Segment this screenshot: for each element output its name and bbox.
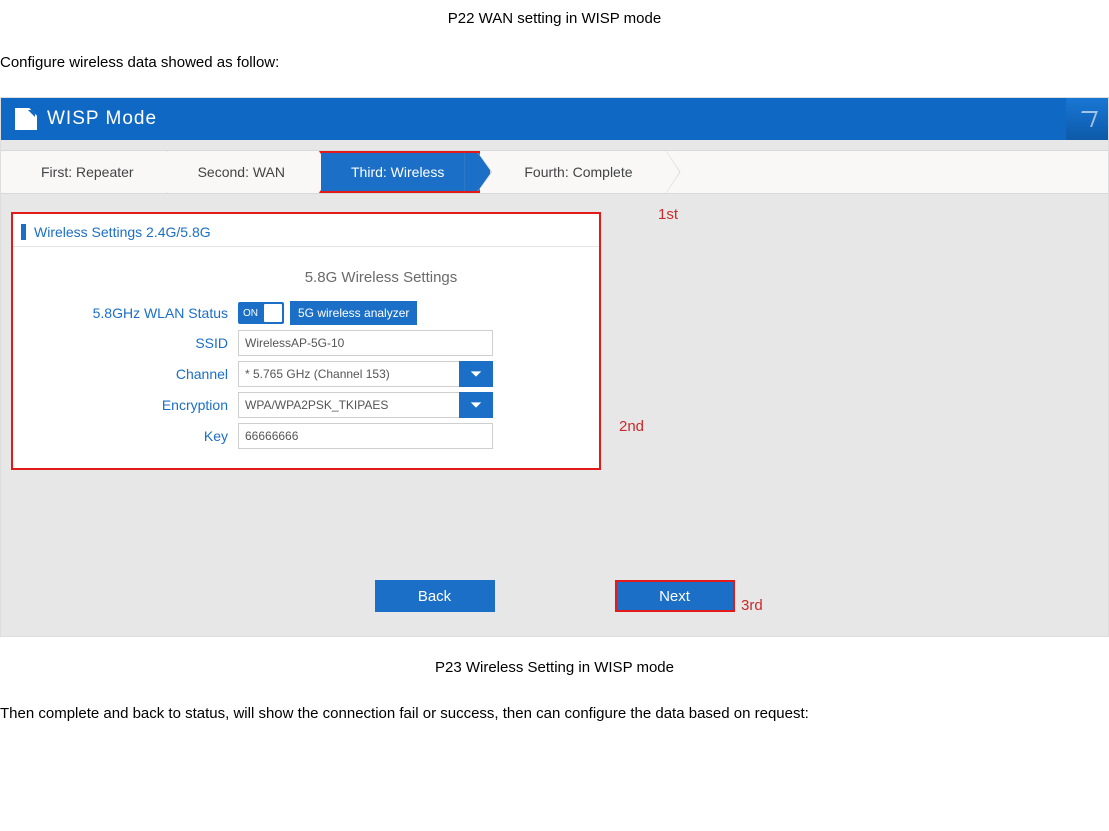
encryption-select[interactable]	[238, 392, 493, 418]
panel-title: Wireless Settings 2.4G/5.8G	[13, 220, 599, 247]
outro-text: Then complete and back to status, will s…	[0, 686, 1109, 742]
annotation-3rd: 3rd	[741, 597, 763, 614]
window-title-bar: WISP Mode	[1, 98, 1108, 140]
wlan-status-toggle[interactable]: ON	[238, 302, 284, 324]
app-logo-icon	[15, 108, 37, 130]
label-wlan-status: 5.8GHz WLAN Status	[13, 305, 238, 321]
wizard-steps: First: Repeater Second: WAN Third: Wirel…	[1, 150, 1108, 194]
titlebar-right-button[interactable]	[1066, 98, 1108, 140]
next-button[interactable]: Next	[617, 582, 733, 610]
annotation-1st: 1st	[658, 206, 678, 223]
label-ssid: SSID	[13, 335, 238, 351]
label-channel: Channel	[13, 366, 238, 382]
row-wlan-status: 5.8GHz WLAN Status ON 5G wireless analyz…	[13, 301, 599, 325]
encryption-value[interactable]	[238, 392, 459, 418]
wizard-step-wireless[interactable]: Third: Wireless	[321, 153, 478, 191]
encryption-dropdown-icon[interactable]	[459, 392, 493, 418]
key-input[interactable]	[238, 423, 493, 449]
wizard-step-wireless-highlight: Third: Wireless	[319, 151, 480, 193]
window-title: WISP Mode	[47, 108, 157, 130]
ssid-input[interactable]	[238, 330, 493, 356]
row-encryption: Encryption	[13, 392, 599, 418]
wizard-step-repeater[interactable]: First: Repeater	[11, 151, 168, 193]
row-ssid: SSID	[13, 330, 599, 356]
wizard-step-wan[interactable]: Second: WAN	[168, 151, 319, 193]
back-button[interactable]: Back	[375, 580, 495, 612]
nav-buttons-row: Back Next	[1, 558, 1108, 636]
label-key: Key	[13, 428, 238, 444]
caption-p23: P23 Wireless Setting in WISP mode	[0, 637, 1109, 686]
label-encryption: Encryption	[13, 397, 238, 413]
channel-value[interactable]	[238, 361, 459, 387]
wizard-step-complete[interactable]: Fourth: Complete	[494, 151, 666, 193]
panel-title-text: Wireless Settings 2.4G/5.8G	[34, 224, 211, 240]
caption-p22: P22 WAN setting in WISP mode	[0, 0, 1109, 35]
screenshot-container: WISP Mode First: Repeater Second: WAN Th…	[0, 97, 1109, 637]
next-button-highlight: Next	[615, 580, 735, 612]
annotation-2nd: 2nd	[619, 418, 644, 435]
wireless-analyzer-button[interactable]: 5G wireless analyzer	[290, 301, 417, 325]
channel-dropdown-icon[interactable]	[459, 361, 493, 387]
channel-select[interactable]	[238, 361, 493, 387]
row-key: Key	[13, 423, 599, 449]
wireless-settings-panel: Wireless Settings 2.4G/5.8G 5.8G Wireles…	[11, 212, 601, 470]
intro-text: Configure wireless data showed as follow…	[0, 35, 1109, 91]
panel-sub-heading: 5.8G Wireless Settings	[13, 255, 599, 296]
row-channel: Channel	[13, 361, 599, 387]
panel-title-bar-icon	[21, 224, 26, 240]
